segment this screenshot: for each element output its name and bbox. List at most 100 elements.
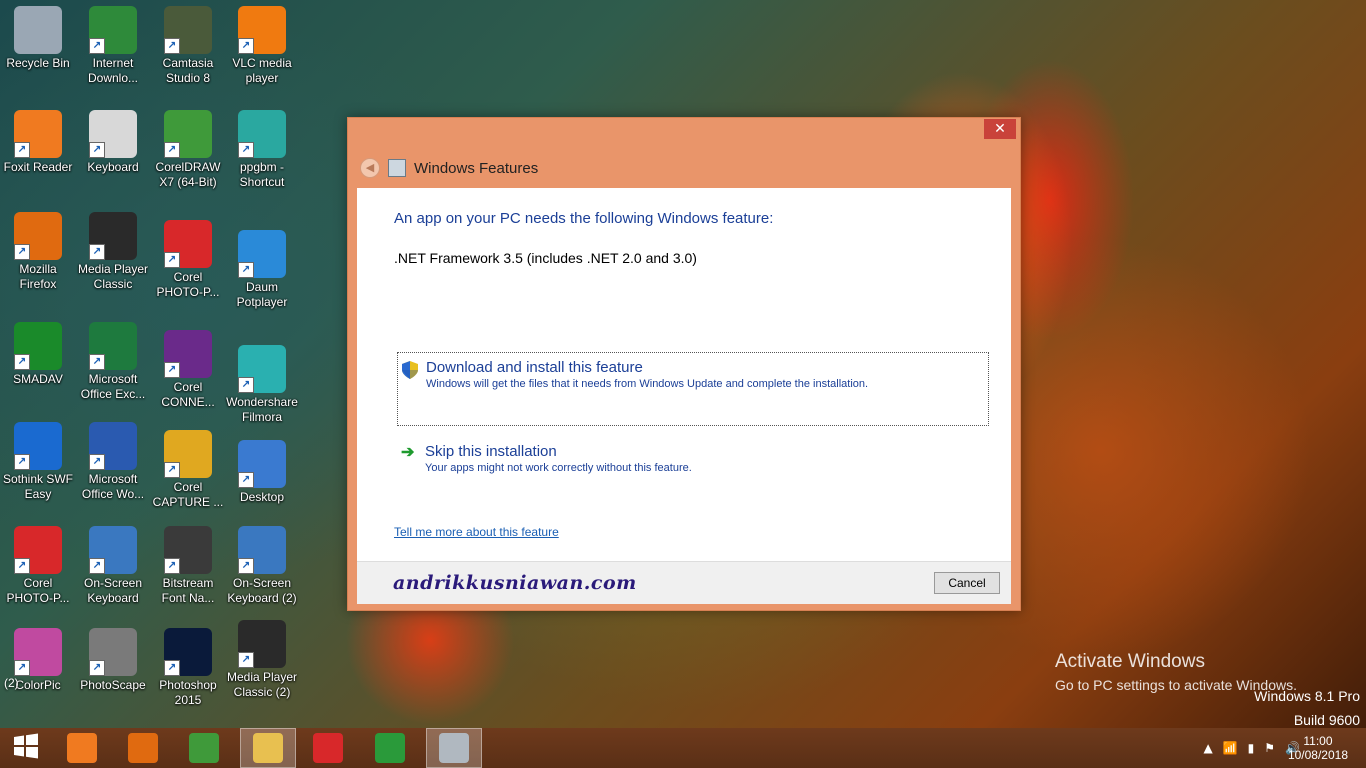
action-center-flag-icon[interactable]: ⚑ <box>1264 741 1275 755</box>
taskbar-windows-features[interactable] <box>426 728 482 768</box>
battery-icon[interactable]: ▮ <box>1248 741 1255 755</box>
clock[interactable]: 11:00 10/08/2018 <box>1288 734 1348 762</box>
taskbar-file-explorer[interactable] <box>240 728 296 768</box>
shortcut-arrow-icon: ↗ <box>238 558 254 574</box>
windows-features-icon <box>388 159 406 177</box>
desktop-shortcut[interactable]: ↗ PhotoScape <box>75 628 151 693</box>
skip-installation-option[interactable]: ➔ Skip this installation Your apps might… <box>397 443 997 474</box>
desktop-shortcut[interactable]: ↗ Microsoft Office Exc... <box>75 322 151 402</box>
coreldraw-icon <box>189 733 219 763</box>
desktop-shortcut[interactable]: ↗ Daum Potplayer <box>224 230 300 310</box>
desktop-shortcut-label: Microsoft Office Exc... <box>80 372 146 401</box>
shortcut-arrow-icon: ↗ <box>238 142 254 158</box>
desktop-shortcut[interactable]: ↗ SMADAV <box>0 322 76 387</box>
cancel-button[interactable]: Cancel <box>934 572 1000 594</box>
desktop-shortcut-label: Desktop <box>239 490 285 504</box>
firefox-icon: ↗ <box>14 212 62 260</box>
taskbar-foxit[interactable] <box>54 728 110 768</box>
desktop-shortcut[interactable]: ↗ Bitstream Font Na... <box>150 526 226 606</box>
foxit-reader-icon: ↗ <box>14 110 62 158</box>
vlc-icon: ↗ <box>238 6 286 54</box>
desktop-shortcut[interactable]: ↗ Sothink SWF Easy <box>0 422 76 502</box>
shortcut-arrow-icon: ↗ <box>164 362 180 378</box>
taskbar-store[interactable] <box>362 728 418 768</box>
system-tray: ▲ 📶 ▮ ⚑ 🔊 <box>1203 728 1300 768</box>
shortcut-arrow-icon: ↗ <box>238 377 254 393</box>
colorpic-icon: ↗ <box>14 628 62 676</box>
desktop-shortcut[interactable]: ↗ On-Screen Keyboard (2) <box>224 526 300 606</box>
desktop-shortcut-label: Camtasia Studio 8 <box>162 56 214 85</box>
desktop-shortcut-label: Daum Potplayer <box>236 280 288 309</box>
desktop-shortcut-label: Corel CONNE... <box>161 380 215 409</box>
media-player-classic-icon: ↗ <box>89 212 137 260</box>
desktop-shortcut-label: Internet Downlo... <box>87 56 139 85</box>
desktop-shortcut[interactable]: ↗ Corel PHOTO-P... <box>150 220 226 300</box>
desktop-shortcut[interactable]: ↗ Internet Downlo... <box>75 6 151 86</box>
shortcut-arrow-icon: ↗ <box>164 142 180 158</box>
taskbar-firefox[interactable] <box>115 728 171 768</box>
desktop-shortcut-label: Sothink SWF Easy <box>2 472 74 501</box>
firefox-icon <box>128 733 158 763</box>
shortcut-arrow-icon: ↗ <box>14 660 30 676</box>
shortcut-arrow-icon: ↗ <box>14 454 30 470</box>
desktop-shortcut[interactable]: ↗ Mozilla Firefox <box>0 212 76 292</box>
back-arrow-icon[interactable]: ◀ <box>360 158 380 178</box>
shortcut-arrow-icon: ↗ <box>14 244 30 260</box>
build-info: Windows 8.1 Pro Build 9600 <box>1254 684 1360 732</box>
desktop-shortcut[interactable]: ↗ Corel CAPTURE ... <box>150 430 226 510</box>
start-button[interactable] <box>0 728 56 768</box>
shortcut-arrow-icon: ↗ <box>164 558 180 574</box>
windows-features-dialog: ✕ ◀ Windows Features An app on your PC n… <box>347 117 1021 611</box>
desktop-shortcut[interactable]: ↗ Corel PHOTO-P... <box>0 526 76 606</box>
desktop-shortcut-label: VLC media player <box>232 56 292 85</box>
desktop-shortcut[interactable]: ↗ Microsoft Office Wo... <box>75 422 151 502</box>
shortcut-arrow-icon: ↗ <box>164 462 180 478</box>
shortcut-arrow-icon: ↗ <box>164 660 180 676</box>
desktop-shortcut[interactable]: ↗ Foxit Reader <box>0 110 76 175</box>
desktop-icon: ↗ <box>238 440 286 488</box>
shortcut-arrow-icon: ↗ <box>238 472 254 488</box>
corel-photo-paint-icon: ↗ <box>14 526 62 574</box>
tell-me-more-link[interactable]: Tell me more about this feature <box>394 525 559 539</box>
shortcut-arrow-icon: ↗ <box>238 38 254 54</box>
desktop-shortcut-label: Media Player Classic (2) <box>226 670 298 699</box>
clock-date: 10/08/2018 <box>1287 748 1348 762</box>
desktop-shortcut[interactable]: ↗ On-Screen Keyboard <box>75 526 151 606</box>
shortcut-arrow-icon: ↗ <box>89 660 105 676</box>
download-install-option[interactable]: Download and install this feature Window… <box>397 352 989 426</box>
shortcut-arrow-icon: ↗ <box>14 558 30 574</box>
desktop-shortcut[interactable]: ↗ Corel CONNE... <box>150 330 226 410</box>
desktop-shortcut[interactable]: ↗ ppgbm - Shortcut <box>224 110 300 190</box>
desktop-shortcut[interactable]: ↗ Media Player Classic (2) <box>224 620 300 700</box>
corel-photo-paint-icon <box>313 733 343 763</box>
watermark-text: andrikkusniawan.com <box>393 572 637 594</box>
desktop-shortcut[interactable]: ↗ Camtasia Studio 8 <box>150 6 226 86</box>
shortcut-arrow-icon: ↗ <box>89 454 105 470</box>
download-install-description: Windows will get the files that it needs… <box>426 378 869 390</box>
potplayer-icon: ↗ <box>238 230 286 278</box>
windows-features-icon <box>439 733 469 763</box>
show-hidden-icons-icon[interactable]: ▲ <box>1203 741 1212 755</box>
desktop-shortcut[interactable]: ↗ Desktop <box>224 440 300 505</box>
desktop-shortcut[interactable]: ↗ Media Player Classic <box>75 212 151 292</box>
desktop-shortcut[interactable]: ↗ Keyboard <box>75 110 151 175</box>
desktop-shortcut[interactable]: Recycle Bin <box>0 6 76 71</box>
network-icon[interactable]: 📶 <box>1223 741 1238 755</box>
desktop-shortcut[interactable]: ↗ CorelDRAW X7 (64-Bit) <box>150 110 226 190</box>
taskbar-coreldraw[interactable] <box>176 728 232 768</box>
download-install-title: Download and install this feature <box>426 359 643 376</box>
desktop-shortcut[interactable]: ↗ Photoshop 2015 <box>150 628 226 708</box>
shortcut-arrow-icon: ↗ <box>89 558 105 574</box>
desktop-shortcut[interactable]: ↗ Wondershare Filmora <box>224 345 300 425</box>
on-screen-keyboard-icon: ↗ <box>238 526 286 574</box>
desktop-shortcut-label: Mozilla Firefox <box>19 262 57 291</box>
camtasia-icon: ↗ <box>164 6 212 54</box>
photoscape-icon: ↗ <box>89 628 137 676</box>
desktop-shortcut-label: Keyboard <box>87 160 139 174</box>
desktop-shortcut[interactable]: ↗ VLC media player <box>224 6 300 86</box>
media-player-classic-icon: ↗ <box>238 620 286 668</box>
shortcut-arrow-icon: ↗ <box>14 142 30 158</box>
close-button[interactable]: ✕ <box>984 119 1016 139</box>
word-icon: ↗ <box>89 422 137 470</box>
taskbar-corel-photo-paint[interactable] <box>300 728 356 768</box>
